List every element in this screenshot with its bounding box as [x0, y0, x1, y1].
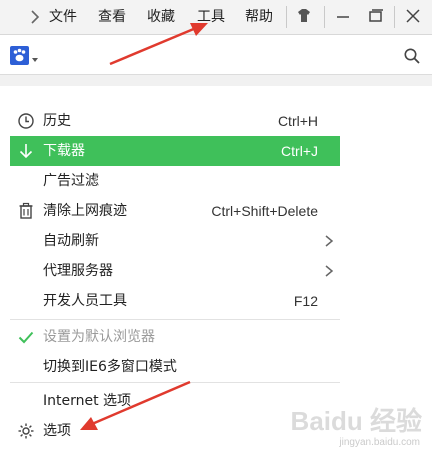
- menu-item-ie6-mode[interactable]: 切换到IE6多窗口模式: [10, 352, 340, 382]
- close-icon[interactable]: [403, 5, 423, 27]
- menu-divider: [10, 319, 340, 320]
- menu-help[interactable]: 帮助: [245, 8, 273, 26]
- menu-item-dev-tools[interactable]: 开发人员工具 F12: [10, 286, 340, 316]
- menu-item-clear-traces[interactable]: 清除上网痕迹 Ctrl+Shift+Delete: [10, 196, 340, 226]
- engine-dropdown-caret[interactable]: [32, 58, 38, 62]
- download-arrow-icon: [19, 144, 33, 159]
- watermark-logo: Baidu 经验: [290, 406, 422, 436]
- minimize-icon[interactable]: [333, 5, 353, 27]
- skin-icon[interactable]: [294, 5, 314, 27]
- menu-item-auto-refresh[interactable]: 自动刷新: [10, 226, 340, 256]
- trash-icon: [19, 202, 33, 219]
- menu-tools[interactable]: 工具: [197, 8, 225, 26]
- menu-item-shortcut: Ctrl+Shift+Delete: [211, 203, 318, 219]
- search-bar[interactable]: [0, 38, 432, 75]
- menu-item-downloader[interactable]: 下载器 Ctrl+J: [10, 136, 340, 166]
- menu-item-label: 广告过滤: [43, 173, 99, 189]
- menu-view[interactable]: 查看: [98, 8, 126, 26]
- menu-item-label: 下载器: [43, 143, 85, 159]
- search-icon[interactable]: [403, 47, 421, 65]
- menu-item-shortcut: Ctrl+H: [277, 113, 318, 129]
- menu-item-label: 自动刷新: [43, 233, 99, 249]
- menu-item-ad-filter[interactable]: 广告过滤: [10, 166, 340, 196]
- watermark-url: jingyan.baidu.com: [339, 437, 420, 448]
- menu-item-shortcut: Ctrl+J: [281, 143, 318, 159]
- clock-icon: [18, 113, 34, 129]
- menu-item-label: 开发人员工具: [43, 293, 127, 309]
- menu-item-label: 切换到IE6多窗口模式: [43, 359, 177, 375]
- menu-item-history[interactable]: 历史 Ctrl+H: [10, 106, 340, 136]
- gear-icon: [18, 423, 34, 439]
- menu-item-label: 代理服务器: [43, 263, 113, 279]
- menu-item-label: 选项: [43, 423, 71, 439]
- menu-item-label: 清除上网痕迹: [43, 203, 127, 219]
- menu-divider: [10, 382, 340, 383]
- chevron-right-icon[interactable]: [28, 8, 42, 26]
- menu-item-label: 设置为默认浏览器: [43, 329, 155, 345]
- menu-item-proxy[interactable]: 代理服务器: [10, 256, 340, 286]
- menu-favorites[interactable]: 收藏: [147, 8, 175, 26]
- menu-item-set-default[interactable]: 设置为默认浏览器: [10, 322, 340, 352]
- menu-item-label: Internet 选项: [43, 393, 132, 409]
- submenu-arrow-icon: [325, 235, 334, 247]
- menu-file[interactable]: 文件: [49, 8, 77, 26]
- check-icon: [18, 331, 34, 344]
- menubar-separator: [394, 6, 395, 28]
- baidu-paw-icon[interactable]: [10, 46, 29, 65]
- menubar-separator: [324, 6, 325, 28]
- restore-icon[interactable]: [366, 5, 386, 27]
- toolbar-strip: [0, 75, 432, 86]
- menubar-separator: [286, 6, 287, 28]
- menu-item-label: 历史: [43, 113, 71, 129]
- submenu-arrow-icon: [325, 265, 334, 277]
- menu-item-shortcut: F12: [293, 293, 318, 309]
- menu-bar: 文件 查看 收藏 工具 帮助: [0, 0, 432, 35]
